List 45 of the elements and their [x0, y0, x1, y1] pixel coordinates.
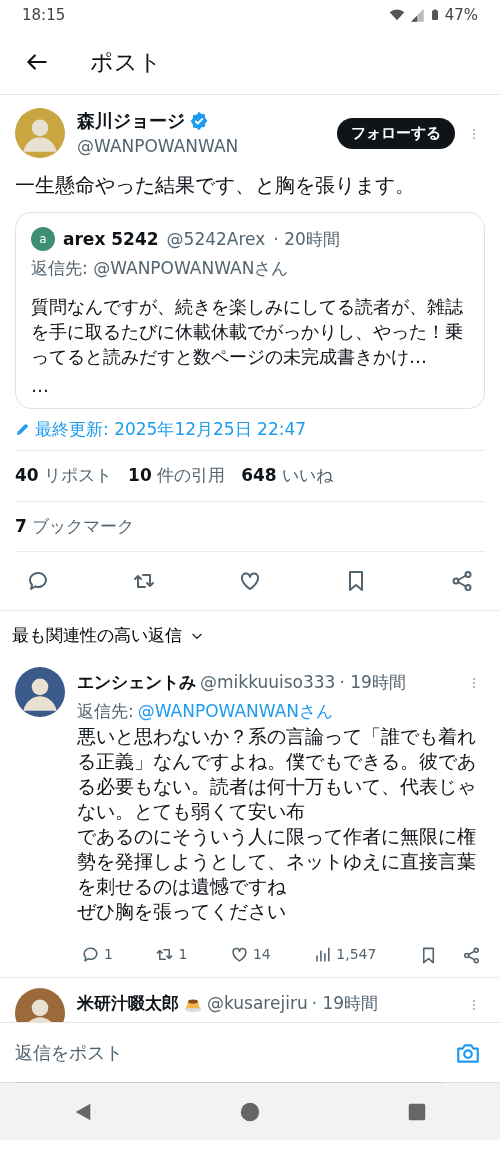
avatar [15, 108, 65, 159]
author-name[interactable]: エンシェントみ [77, 669, 196, 696]
share-icon [461, 945, 481, 965]
stat-text[interactable]: 7 ブックマーク [15, 515, 135, 536]
circle-home-icon [239, 1101, 261, 1123]
bar-chart-icon [313, 945, 333, 964]
reply-paragraph: 悪いと思わないか？系の言論って「誰でも着れる正義」なんですよね。僕でもできる。彼である必要もない。読者は何十万もいて、代表じゃない。とても弱くて安い布 [77, 724, 477, 824]
follow-button[interactable]: フォローする [337, 118, 455, 149]
ellipsis-text: … [31, 373, 50, 398]
page-title: ポスト [90, 47, 162, 77]
bar-chart-button[interactable]: 1,547 [309, 940, 381, 969]
quoted-post-text: 質問なんですが、続きを楽しみにしてる読者が、雑誌を手に取るたびに休載休載でがっかりし、やった！乗ってると読みだすと数ページの未完成書きかけ… [31, 294, 464, 369]
reply-to-text: 返信先: @WANPOWANWANさん [31, 257, 290, 280]
reply-icon [81, 945, 100, 964]
stat-text[interactable]: 40 リポスト [15, 463, 113, 489]
reply-to-label: 返信先: [77, 699, 134, 723]
share-icon [450, 569, 474, 594]
author-handle[interactable]: @kusarejiru [207, 991, 308, 1017]
author-name[interactable]: 森川ジョージ [77, 107, 185, 134]
wifi-icon [388, 7, 405, 23]
sort-dropdown[interactable]: 最も関連性の高い返信 [8, 619, 208, 653]
avatar [15, 666, 65, 717]
author-handle[interactable]: @WANPOWANWAN [77, 134, 329, 160]
stat-text[interactable]: 648 いいね [241, 463, 334, 489]
post-time: · 19時間 [339, 670, 407, 694]
quoted-post-card[interactable]: a arex 5242 @5242Arex · 20時間 返信先: @WANPOWANWANさん 質問なんですが、続きを楽しみにしてる読者が、雑誌を手に取るたびに休載休載でがっかりし、やった！乗ってると読みだすと数ページの未完成書きかけ… … [15, 211, 485, 409]
post-time: · 20時間 [273, 227, 340, 251]
post-text: 一生懸命やった結果です、と胸を張ります。 [15, 171, 416, 199]
heart-icon [229, 945, 249, 964]
reply-button[interactable]: 1 [77, 940, 117, 969]
signal-icon [408, 7, 425, 23]
reply-paragraph: ぜひ胸を張ってください [77, 899, 287, 924]
avatar: a [31, 227, 55, 252]
battery-level: 47% [444, 4, 478, 26]
stat-text[interactable]: 10 件の引用 [128, 463, 226, 489]
post-time: · 19時間 [311, 992, 380, 1016]
quoted-author-handle: @5242Arex [166, 227, 266, 251]
repost-button[interactable]: 1 [151, 940, 192, 969]
author-name[interactable]: 米研汁啜太郎 [77, 991, 179, 1017]
pencil-icon [15, 421, 31, 438]
author-handle[interactable]: @mikkuuiso333 [200, 669, 336, 696]
quoted-author-name: arex 5242 [63, 227, 159, 251]
status-time: 18:15 [22, 4, 66, 26]
reply-paragraph: であるのにそういう人に限って作者に無限に権勢を発揮しようとして、ネットゆえに直接言葉を刺せるのは遺憾ですね [77, 824, 477, 899]
heart-button[interactable]: 14 [225, 940, 275, 969]
